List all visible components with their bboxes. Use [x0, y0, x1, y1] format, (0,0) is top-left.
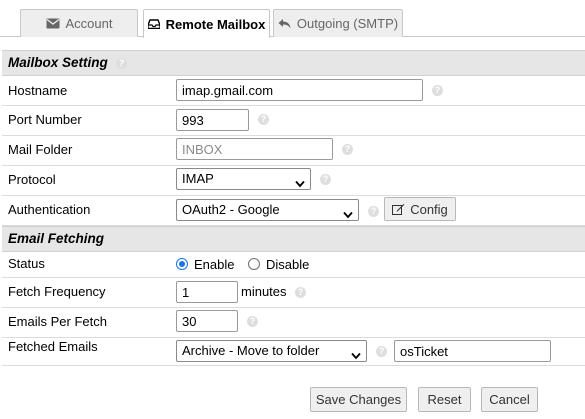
help-icon[interactable]: ?: [320, 174, 331, 185]
row-hostname: Hostname ?: [2, 76, 585, 106]
config-button[interactable]: Config: [384, 197, 456, 221]
help-icon[interactable]: ?: [258, 114, 269, 125]
row-status: Status Enable Disable: [2, 252, 585, 278]
help-icon[interactable]: ?: [376, 346, 387, 357]
status-disable-radio[interactable]: [248, 258, 260, 270]
status-enable-label: Enable: [194, 257, 235, 272]
tab-account[interactable]: Account: [20, 9, 138, 37]
reset-button[interactable]: Reset: [418, 387, 471, 412]
row-fetched-emails: Fetched Emails Archive - Move to folder …: [2, 338, 585, 366]
chevron-down-icon: [295, 174, 305, 194]
authentication-selected: OAuth2 - Google: [182, 202, 280, 217]
row-port-number: Port Number ?: [2, 106, 585, 136]
row-protocol: Protocol IMAP ?: [2, 166, 585, 196]
reply-icon: [278, 18, 291, 29]
status-disable-label: Disable: [266, 257, 310, 272]
section-email-fetching: Email Fetching: [2, 226, 585, 252]
archive-folder-input[interactable]: [394, 340, 551, 362]
authentication-label: Authentication: [8, 202, 91, 217]
port-input[interactable]: [176, 109, 249, 131]
status-enable-radio[interactable]: [176, 258, 188, 270]
fetched-emails-select[interactable]: Archive - Move to folder: [176, 340, 367, 362]
tab-label: Account: [65, 16, 113, 31]
tab-bar: Account Remote Mailbox Outgoing (SMTP): [0, 0, 585, 38]
chevron-down-icon: [343, 205, 353, 225]
tab-outgoing-smtp[interactable]: Outgoing (SMTP): [273, 9, 403, 37]
cancel-button[interactable]: Cancel: [481, 387, 538, 412]
cancel-label: Cancel: [489, 392, 530, 407]
tab-label: Outgoing (SMTP): [296, 16, 399, 31]
mail-folder-input[interactable]: [176, 138, 333, 160]
tab-label: Remote Mailbox: [165, 16, 266, 32]
fetch-frequency-label: Fetch Frequency: [8, 284, 106, 299]
authentication-select[interactable]: OAuth2 - Google: [176, 199, 359, 221]
config-label: Config: [410, 201, 448, 217]
tab-remote-mailbox[interactable]: Remote Mailbox: [143, 9, 270, 38]
help-icon[interactable]: ?: [116, 58, 127, 69]
save-changes-button[interactable]: Save Changes: [310, 387, 407, 412]
port-label: Port Number: [8, 112, 82, 127]
hostname-label: Hostname: [8, 83, 68, 98]
section-title: Mailbox Setting: [8, 55, 108, 70]
protocol-label: Protocol: [8, 172, 56, 187]
protocol-select[interactable]: IMAP: [176, 168, 311, 190]
protocol-selected: IMAP: [182, 171, 214, 186]
reset-label: Reset: [427, 392, 462, 407]
row-authentication: Authentication OAuth2 - Google ? Config: [2, 196, 585, 226]
hostname-input[interactable]: [176, 79, 423, 101]
fetched-emails-selected: Archive - Move to folder: [182, 343, 320, 358]
help-icon[interactable]: ?: [432, 85, 443, 96]
envelope-icon: [46, 18, 60, 29]
section-mailbox-setting: Mailbox Setting ?: [2, 50, 585, 76]
help-icon[interactable]: ?: [247, 316, 258, 327]
mail-folder-label: Mail Folder: [8, 142, 73, 157]
help-icon[interactable]: ?: [368, 206, 379, 217]
status-label: Status: [8, 256, 45, 271]
help-icon[interactable]: ?: [295, 287, 306, 298]
inbox-icon: [147, 19, 160, 29]
save-changes-label: Save Changes: [315, 392, 402, 407]
help-icon[interactable]: ?: [342, 144, 353, 155]
row-fetch-frequency: Fetch Frequency minutes ?: [2, 278, 585, 308]
section-title: Email Fetching: [8, 231, 105, 246]
row-mail-folder: Mail Folder ?: [2, 136, 585, 166]
row-emails-per-fetch: Emails Per Fetch ?: [2, 308, 585, 338]
fetch-frequency-input[interactable]: [176, 281, 238, 303]
chevron-down-icon: [351, 346, 361, 366]
fetched-emails-label: Fetched Emails: [8, 339, 98, 354]
edit-icon: [392, 203, 405, 215]
emails-per-fetch-input[interactable]: [176, 310, 238, 332]
emails-per-fetch-label: Emails Per Fetch: [8, 314, 107, 329]
fetch-frequency-unit: minutes: [241, 284, 287, 299]
